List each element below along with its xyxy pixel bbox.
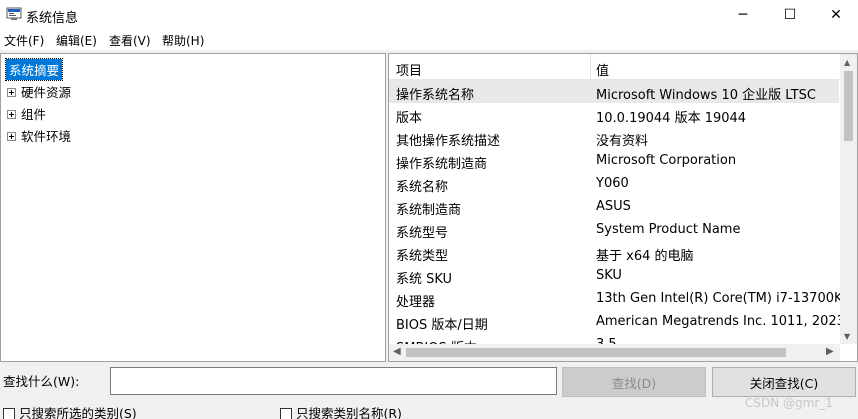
search-selected-category-option[interactable]: 只搜索所选的类别(S) (3, 403, 137, 419)
close-button[interactable]: ✕ (813, 0, 858, 30)
find-input[interactable] (110, 367, 557, 395)
tree-item-label: 硬件资源 (21, 85, 72, 100)
tree-item-hardware-resources[interactable]: 硬件资源 (7, 82, 71, 101)
row-key: 系统型号 (396, 226, 449, 241)
table-row[interactable]: 系统名称 Y060 (389, 172, 839, 195)
table-row[interactable]: 处理器 13th Gen Intel(R) Core(TM) i7-13700KF (389, 287, 850, 310)
tree-item-system-summary[interactable]: 系统摘要 (4, 58, 64, 81)
row-value: System Product Name (596, 222, 741, 237)
row-key: 其他操作系统描述 (396, 134, 501, 149)
search-selected-category-checkbox[interactable] (3, 407, 15, 419)
expand-icon[interactable] (7, 132, 16, 141)
list-rows: 操作系统名称 Microsoft Windows 10 企业版 LTSC 版本 10… (389, 80, 850, 356)
row-key: 操作系统名称 (396, 88, 475, 103)
row-key: 处理器 (396, 295, 436, 310)
tree-item-label: 组件 (21, 107, 47, 122)
maximize-button[interactable]: ☐ (767, 0, 813, 30)
row-key: 系统名称 (396, 180, 449, 195)
row-value: 基于 x64 的电脑 (596, 249, 694, 264)
system-info-icon (6, 7, 22, 20)
category-tree[interactable]: 系统摘要 硬件资源 组件 软件环境 (0, 53, 386, 362)
watermark: CSDN @gmr_1 (745, 396, 833, 410)
row-value: Microsoft Corporation (596, 153, 737, 168)
close-find-button[interactable]: 关闭查找(C) (712, 367, 856, 397)
title-bar: 系统信息 ─ ☐ ✕ (0, 0, 858, 30)
row-value: Y060 (596, 176, 629, 191)
table-row[interactable]: 其他操作系统描述 没有资料 (389, 126, 839, 149)
tree-item-components[interactable]: 组件 (7, 104, 46, 123)
row-key: BIOS 版本/日期 (396, 318, 488, 333)
row-key: 版本 (396, 111, 423, 126)
tree-item-software-environment[interactable]: 软件环境 (7, 126, 71, 145)
row-value: Microsoft Windows 10 企业版 LTSC (596, 88, 816, 103)
column-header-item[interactable]: 项目 (396, 60, 422, 79)
row-key: 系统 SKU (396, 272, 453, 287)
find-label: 查找什么(W): (3, 374, 80, 389)
table-row[interactable]: 版本 10.0.19044 版本 19044 (389, 103, 839, 126)
scroll-up-icon[interactable]: ▲ (844, 58, 850, 67)
row-key: 系统类型 (396, 249, 449, 264)
search-selected-category-label: 只搜索所选的类别(S) (19, 406, 137, 419)
table-row[interactable]: 系统 SKU SKU (389, 264, 839, 287)
minimize-button[interactable]: ─ (720, 0, 766, 30)
table-row[interactable]: 系统制造商 ASUS (389, 195, 839, 218)
table-row[interactable]: 操作系统制造商 Microsoft Corporation (389, 149, 839, 172)
menu-file[interactable]: 文件(F) (4, 32, 44, 49)
horizontal-scrollbar[interactable]: ◀ ▶ (389, 344, 840, 361)
expand-icon[interactable] (7, 88, 16, 97)
menu-help[interactable]: 帮助(H) (162, 32, 204, 49)
vertical-scroll-thumb[interactable] (844, 71, 853, 141)
menu-edit[interactable]: 编辑(E) (56, 32, 97, 49)
row-key: 操作系统制造商 (396, 157, 488, 172)
menu-bar: 文件(F) 编辑(E) 查看(V) 帮助(H) (0, 30, 858, 50)
row-value: SKU (596, 268, 622, 283)
search-category-names-label: 只搜索类别名称(R) (296, 406, 402, 419)
table-row[interactable]: BIOS 版本/日期 American Megatrends Inc. 1011,… (389, 310, 849, 333)
find-button[interactable]: 查找(D) (562, 367, 706, 397)
row-value: 没有资料 (596, 134, 649, 149)
window-title: 系统信息 (26, 11, 79, 26)
list-header: 项目 值 (389, 54, 839, 80)
table-row[interactable]: 系统型号 System Product Name (389, 218, 839, 241)
row-value: 10.0.19044 版本 19044 (596, 111, 747, 126)
scroll-right-icon[interactable]: ▶ (826, 346, 834, 357)
column-divider[interactable] (590, 54, 591, 80)
row-value: 13th Gen Intel(R) Core(TM) i7-13700KF (596, 291, 850, 306)
search-category-names-option[interactable]: 只搜索类别名称(R) (280, 403, 402, 419)
row-value: ASUS (596, 199, 631, 214)
row-value: American Megatrends Inc. 1011, 2023/ (596, 314, 850, 329)
table-row[interactable]: 系统类型 基于 x64 的电脑 (389, 241, 839, 264)
column-header-value[interactable]: 值 (596, 60, 609, 79)
search-category-names-checkbox[interactable] (280, 407, 292, 419)
horizontal-scroll-thumb[interactable] (406, 348, 786, 357)
scroll-left-icon[interactable]: ◀ (393, 346, 401, 357)
menu-view[interactable]: 查看(V) (109, 32, 151, 49)
tree-item-label: 软件环境 (21, 129, 72, 144)
scroll-down-icon[interactable]: ▼ (844, 332, 850, 341)
table-row[interactable]: 操作系统名称 Microsoft Windows 10 企业版 LTSC (389, 80, 839, 103)
vertical-scrollbar[interactable]: ▲ ▼ (840, 54, 857, 344)
details-list[interactable]: 项目 值 操作系统名称 Microsoft Windows 10 企业版 LTSC… (388, 53, 858, 362)
expand-icon[interactable] (7, 110, 16, 119)
row-key: 系统制造商 (396, 203, 462, 218)
